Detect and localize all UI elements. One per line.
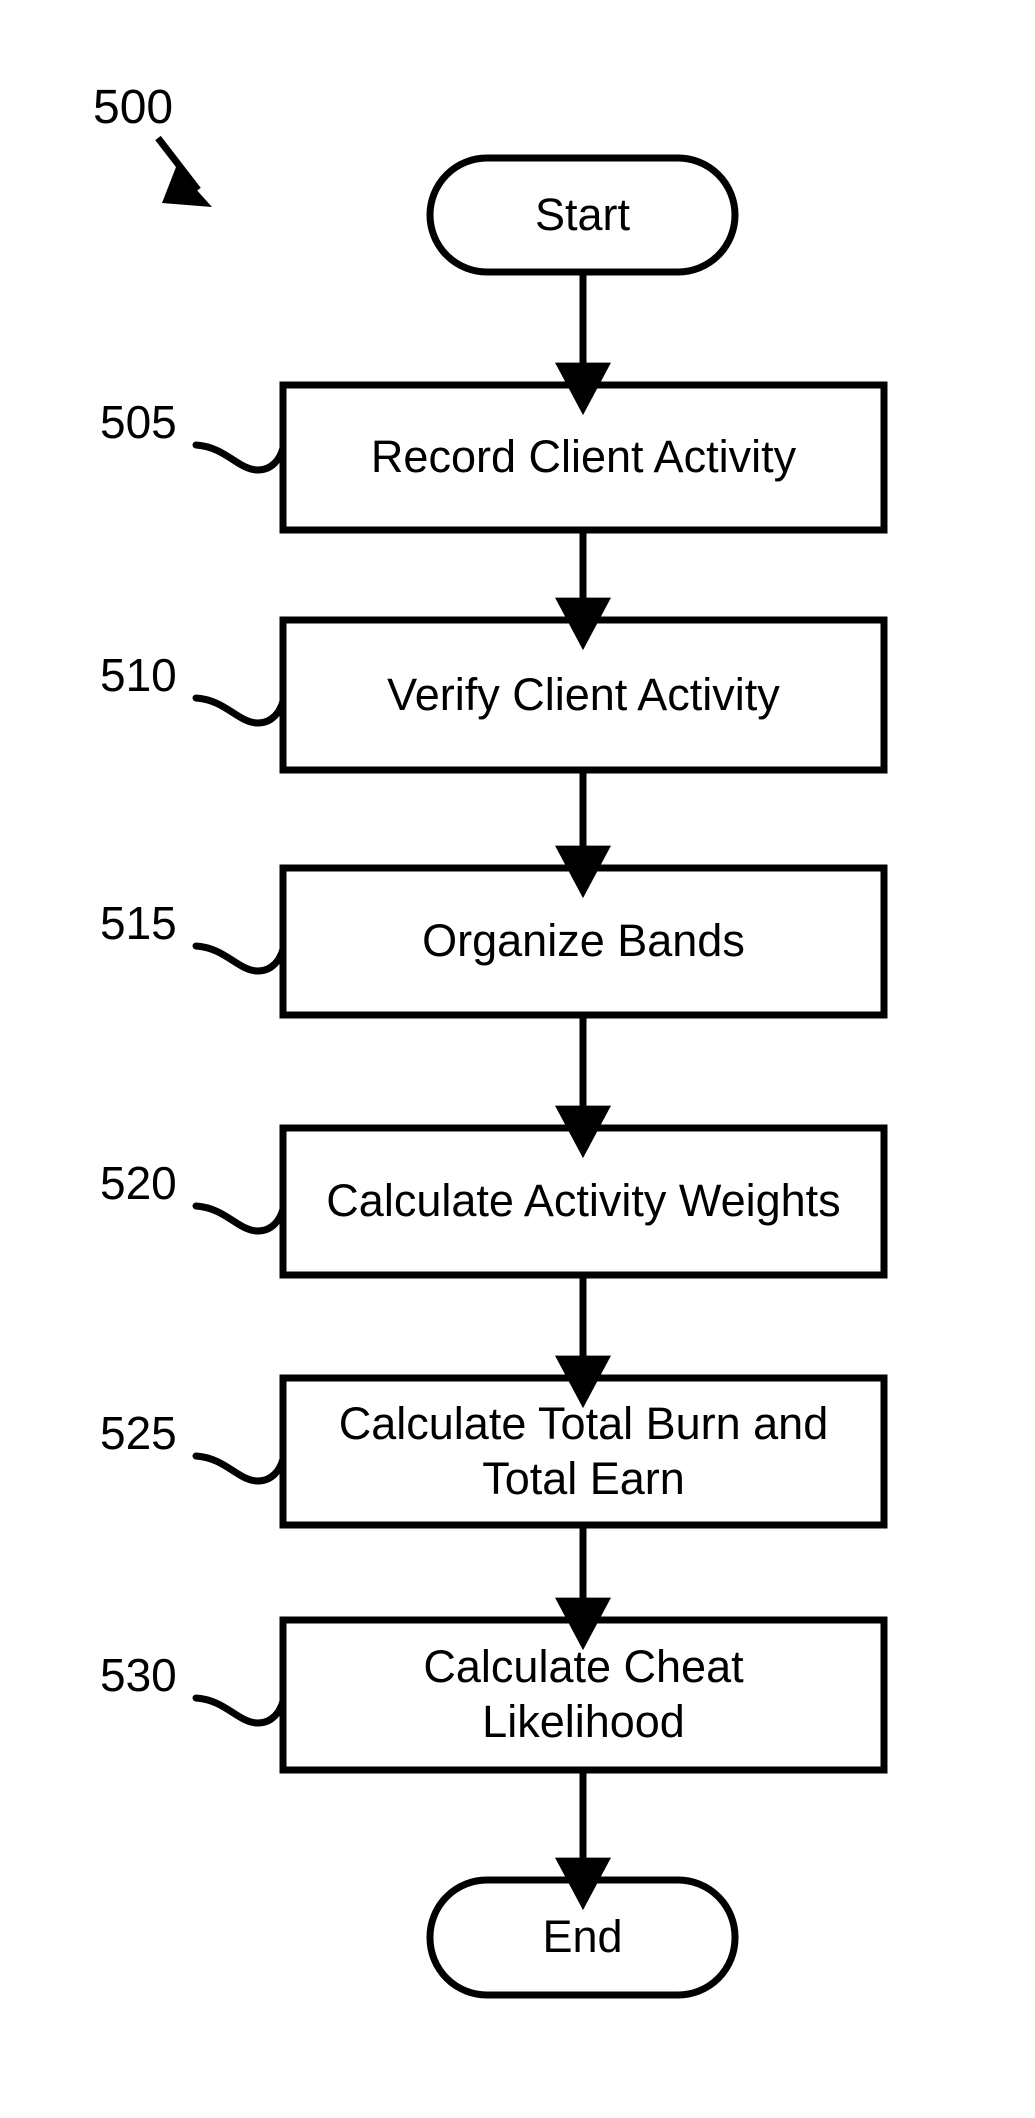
leader-line-525 — [192, 1452, 287, 1485]
flowchart-figure: 500 Start Record Client Activity Verify … — [0, 0, 1035, 2118]
ref-label-530: 530 — [100, 1649, 177, 1701]
leader-line-515 — [192, 942, 287, 975]
ref-label-515: 515 — [100, 897, 177, 949]
leader-line-510 — [192, 694, 287, 727]
figure-pointer-arrow — [155, 135, 212, 207]
node-step-515-shape — [279, 864, 888, 1019]
node-step-510-shape — [279, 616, 888, 774]
node-step-525-shape — [279, 1374, 888, 1529]
leader-line-530 — [192, 1694, 287, 1727]
ref-label-525: 525 — [100, 1407, 177, 1459]
node-start-shape — [426, 154, 739, 276]
leader-line-505 — [192, 441, 287, 474]
leader-line-520 — [192, 1202, 287, 1235]
node-end-shape — [426, 1876, 739, 1999]
ref-label-505: 505 — [100, 396, 177, 448]
node-step-530-shape — [279, 1616, 888, 1774]
node-step-520-shape — [279, 1124, 888, 1279]
ref-label-520: 520 — [100, 1157, 177, 1209]
figure-number: 500 — [93, 81, 174, 134]
ref-label-510: 510 — [100, 649, 177, 701]
flowchart-canvas — [155, 135, 888, 1999]
node-step-505-shape — [279, 381, 888, 534]
